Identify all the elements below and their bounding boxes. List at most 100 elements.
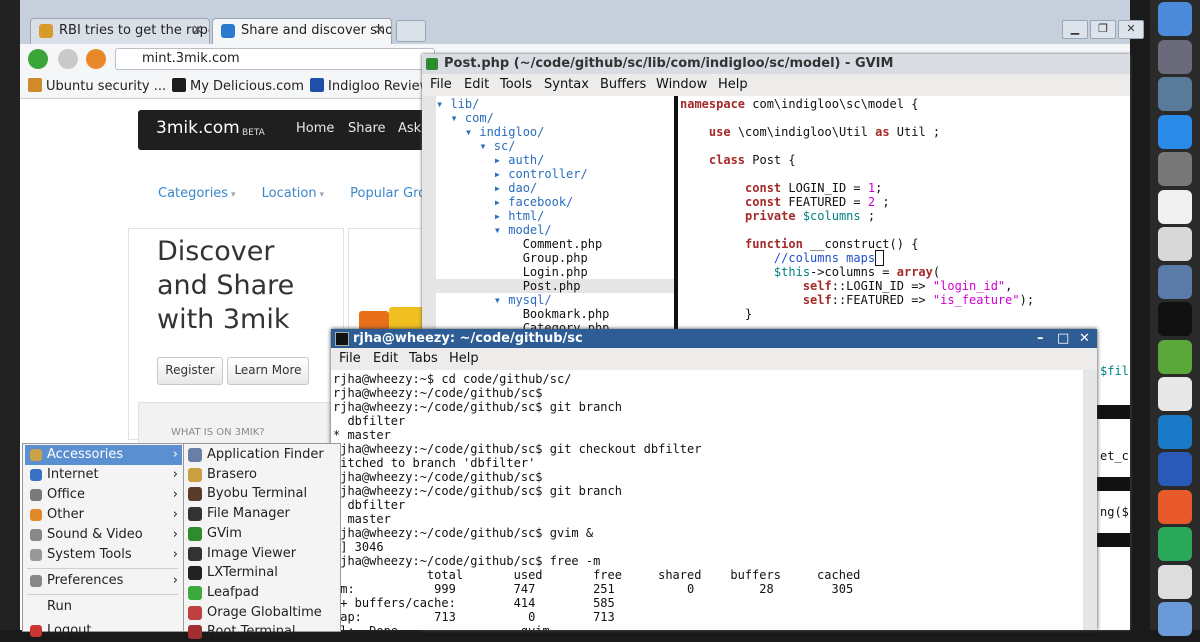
site-logo[interactable]: 3mik.com bbox=[156, 118, 240, 138]
terminal-output[interactable]: rjha@wheezy:~$ cd code/github/sc/rjha@wh… bbox=[331, 370, 1083, 630]
rocket-icon[interactable] bbox=[1158, 39, 1192, 74]
menu-item-system-tools[interactable]: System Tools › bbox=[25, 545, 182, 565]
appstore-icon[interactable] bbox=[1158, 114, 1192, 149]
subnav-location[interactable]: Location bbox=[262, 186, 317, 201]
register-button[interactable]: Register bbox=[157, 357, 223, 385]
nav-share[interactable]: Share bbox=[348, 121, 386, 136]
powerpoint-icon[interactable] bbox=[1158, 489, 1192, 524]
menu-item-sound-video[interactable]: Sound & Video › bbox=[25, 525, 182, 545]
tree-folder[interactable]: ▸ dao/ bbox=[436, 181, 537, 195]
tree-file[interactable]: Bookmark.php bbox=[436, 307, 610, 321]
chevron-right-icon: › bbox=[172, 573, 178, 588]
learn-more-button[interactable]: Learn More bbox=[227, 357, 309, 385]
tree-file[interactable]: Login.php bbox=[436, 265, 588, 279]
tree-folder[interactable]: ▸ auth/ bbox=[436, 153, 545, 167]
new-tab-button[interactable] bbox=[396, 20, 426, 42]
submenu-item-orage-globaltime[interactable]: Orage Globaltime bbox=[184, 603, 340, 623]
terminal-scrollbar[interactable] bbox=[1083, 370, 1097, 630]
tree-file[interactable]: Comment.php bbox=[436, 237, 602, 251]
word-icon[interactable] bbox=[1158, 452, 1192, 486]
gvim-menu-help[interactable]: Help bbox=[718, 74, 748, 96]
submenu-item-byobu-terminal[interactable]: Byobu Terminal bbox=[184, 484, 340, 504]
menu-category-icon bbox=[30, 509, 42, 521]
tree-folder[interactable]: ▾ com/ bbox=[436, 111, 493, 125]
tree-folder[interactable]: ▸ controller/ bbox=[436, 167, 588, 181]
tree-folder[interactable]: ▸ facebook/ bbox=[436, 195, 573, 209]
close-tab-icon[interactable]: ✕ bbox=[374, 19, 385, 43]
reload-button[interactable] bbox=[86, 49, 106, 69]
terminal-menu-edit[interactable]: Edit bbox=[373, 348, 398, 370]
forward-button[interactable] bbox=[58, 49, 78, 69]
submenu-item-file-manager[interactable]: File Manager bbox=[184, 504, 340, 524]
terminal-menu-help[interactable]: Help bbox=[449, 348, 479, 370]
nav-ask[interactable]: Ask bbox=[398, 121, 421, 136]
menu-item-accessories[interactable]: Accessories › bbox=[25, 445, 182, 465]
menu-item-logout[interactable]: Logout bbox=[25, 621, 182, 641]
tree-folder[interactable]: ▸ html/ bbox=[436, 209, 545, 223]
maximize-button[interactable]: ❐ bbox=[1090, 20, 1116, 39]
tree-folder[interactable]: ▾ sc/ bbox=[436, 139, 515, 153]
menu-item-label: Logout bbox=[47, 623, 92, 638]
tree-folder[interactable]: ▾ mysql/ bbox=[436, 293, 552, 307]
steering-icon[interactable] bbox=[1158, 152, 1192, 186]
chrome-icon[interactable] bbox=[1158, 189, 1192, 224]
gvim-menu-window[interactable]: Window bbox=[656, 74, 707, 96]
menu-item-run[interactable]: Run bbox=[25, 597, 182, 617]
terminal-titlebar[interactable]: rjha@wheezy: ~/code/github/sc – □ ✕ bbox=[331, 329, 1097, 348]
gvim-menu-buffers[interactable]: Buffers bbox=[600, 74, 646, 96]
submenu-item-image-viewer[interactable]: Image Viewer bbox=[184, 544, 340, 564]
preview-icon[interactable] bbox=[1158, 264, 1192, 299]
minimize-button[interactable]: ▁ bbox=[1062, 20, 1088, 39]
bookmark-indigloo[interactable]: Indigloo Review bbox=[310, 78, 430, 94]
close-button[interactable]: ✕ bbox=[1118, 20, 1144, 39]
gvim-menu-tools[interactable]: Tools bbox=[500, 74, 532, 96]
menu-item-other[interactable]: Other › bbox=[25, 505, 182, 525]
excel-icon[interactable] bbox=[1158, 527, 1192, 561]
bookmark-ubuntu[interactable]: Ubuntu security ... bbox=[28, 78, 166, 94]
chevron-right-icon: › bbox=[172, 527, 178, 542]
submenu-item-application-finder[interactable]: Application Finder bbox=[184, 445, 340, 465]
submenu-item-leafpad[interactable]: Leafpad bbox=[184, 583, 340, 603]
url-bar[interactable]: mint.3mik.com bbox=[115, 48, 435, 70]
vmware-icon[interactable] bbox=[1158, 227, 1192, 261]
terminal-menu-tabs[interactable]: Tabs bbox=[409, 348, 438, 370]
terminal-line: rjha@wheezy:~/code/github/sc$ free -m bbox=[333, 554, 601, 568]
finder-icon[interactable] bbox=[1158, 2, 1192, 36]
bookmark-delicious[interactable]: My Delicious.com bbox=[172, 78, 304, 94]
calc-icon[interactable] bbox=[1158, 77, 1192, 111]
submenu-item-brasero[interactable]: Brasero bbox=[184, 465, 340, 485]
nav-home[interactable]: Home bbox=[296, 121, 334, 136]
bookmark-label: My Delicious.com bbox=[190, 79, 304, 94]
gvim-menu-syntax[interactable]: Syntax bbox=[544, 74, 589, 96]
tree-folder[interactable]: ▾ model/ bbox=[436, 223, 552, 237]
back-button[interactable] bbox=[28, 49, 48, 69]
menu-item-internet[interactable]: Internet › bbox=[25, 465, 182, 485]
gnome-icon[interactable] bbox=[1158, 414, 1192, 449]
subnav-categories[interactable]: Categories bbox=[158, 186, 228, 201]
gvim-menu-file[interactable]: File bbox=[430, 74, 452, 96]
evernote-icon[interactable] bbox=[1158, 339, 1192, 374]
maximize-icon[interactable]: □ bbox=[1057, 329, 1069, 348]
tree-folder[interactable]: ▾ indigloo/ bbox=[436, 125, 544, 139]
menu-item-preferences[interactable]: Preferences › bbox=[25, 571, 182, 591]
tree-folder[interactable]: ▾ lib/ bbox=[436, 97, 479, 111]
code-line: self::LOGIN_ID => "login_id", bbox=[802, 279, 1013, 293]
tree-file[interactable]: Post.php bbox=[436, 279, 674, 293]
submenu-item-lxterminal[interactable]: LXTerminal bbox=[184, 563, 340, 583]
gvim-titlebar[interactable]: Post.php (~/code/github/sc/lib/com/indig… bbox=[422, 54, 1130, 74]
tab-rbi[interactable]: RBI tries to get the rupe ✕ bbox=[30, 18, 210, 44]
submenu-item-gvim[interactable]: GVim bbox=[184, 524, 340, 544]
terminal-menu-file[interactable]: File bbox=[339, 348, 361, 370]
trash-icon[interactable] bbox=[1158, 564, 1192, 599]
minimize-icon[interactable]: – bbox=[1037, 329, 1044, 348]
submenu-item-root-terminal[interactable]: Root Terminal bbox=[184, 622, 340, 642]
close-icon[interactable]: ✕ bbox=[1079, 329, 1090, 348]
tree-file[interactable]: Group.php bbox=[436, 251, 588, 265]
menu-item-office[interactable]: Office › bbox=[25, 485, 182, 505]
tab-3mik[interactable]: Share and discover shop ✕ bbox=[212, 18, 392, 44]
terminal-icon[interactable] bbox=[1158, 302, 1192, 336]
close-tab-icon[interactable]: ✕ bbox=[192, 19, 203, 43]
folder-icon[interactable] bbox=[1158, 602, 1192, 636]
vim-icon[interactable] bbox=[1158, 377, 1192, 411]
gvim-menu-edit[interactable]: Edit bbox=[464, 74, 489, 96]
